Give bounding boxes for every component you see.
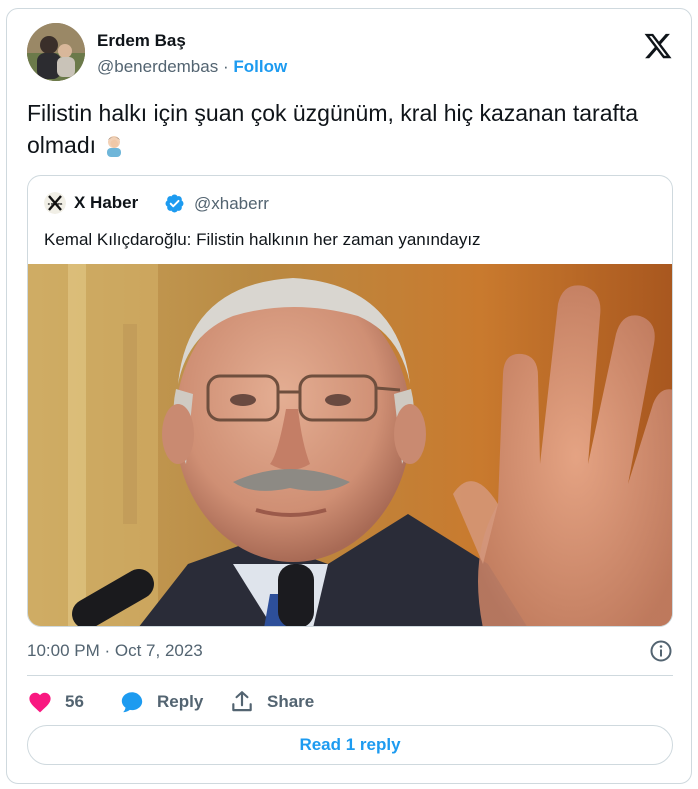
divider (27, 675, 673, 676)
heart-icon (29, 692, 51, 713)
handle-separator: · (222, 57, 229, 76)
reply-bubble-icon (121, 692, 143, 713)
tweet-timestamp[interactable]: 10:00 PM · Oct 7, 2023 (27, 641, 203, 661)
author-avatar[interactable] (27, 23, 85, 81)
quoted-avatar-label: X HABER (48, 202, 64, 206)
reply-label: Reply (157, 692, 204, 711)
author-handle[interactable]: @benerdembas (97, 57, 218, 76)
follow-button[interactable]: Follow (233, 57, 287, 76)
tweet-text: Filistin halkı için şuan çok üzgünüm, kr… (27, 97, 667, 161)
like-count: 56 (65, 692, 84, 711)
timestamp-row: 10:00 PM · Oct 7, 2023 (27, 639, 673, 663)
share-icon (232, 691, 252, 712)
quoted-tweet-text: Kemal Kılıçdaroğlu: Filistin halkının he… (44, 230, 481, 249)
verified-badge-icon (165, 194, 184, 213)
info-icon[interactable] (649, 639, 673, 663)
tweet-header: Erdem Baş @benerdembas · Follow (27, 23, 673, 85)
share-label: Share (267, 692, 315, 711)
share-button[interactable]: Share (229, 687, 314, 717)
quoted-author-handle[interactable]: @xhaberr (194, 194, 269, 214)
x-logo-icon[interactable] (643, 31, 673, 61)
action-bar: 56 Reply Share (27, 687, 673, 717)
man-facepalming-emoji (102, 133, 126, 157)
quoted-author-avatar[interactable]: X HABER (44, 192, 66, 214)
read-replies-button[interactable]: Read 1 reply (27, 725, 673, 765)
author-handle-row: @benerdembas · Follow (97, 57, 287, 77)
tweet-card: Erdem Baş @benerdembas · Follow Filistin… (6, 8, 692, 784)
quoted-author-name[interactable]: X Haber (74, 193, 138, 213)
quoted-tweet-photo[interactable] (28, 264, 672, 626)
reply-button[interactable]: Reply (119, 687, 203, 717)
like-button[interactable]: 56 (27, 687, 84, 717)
quoted-tweet[interactable]: X HABER X Haber @xhaberr Kemal Kılıçdaro… (27, 175, 673, 627)
author-name[interactable]: Erdem Baş (97, 31, 186, 51)
